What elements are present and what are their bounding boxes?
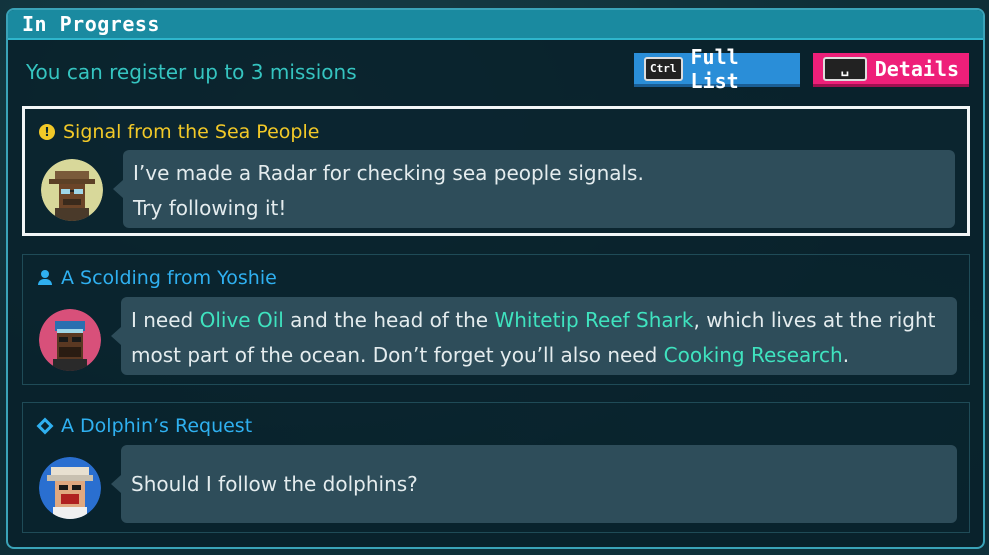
mission-card-dolphin[interactable]: A Dolphin’s Request Should I follow the … [22,402,970,533]
avatar-yoshie-npc [39,309,101,371]
avatar-dolphin-quest-npc [39,457,101,519]
details-label: Details [874,56,959,81]
message-line-2: Try following it! [133,196,287,220]
mission-header: A Dolphin’s Request [36,415,253,437]
message-line-1: I’ve made a Radar for checking sea peopl… [133,161,644,185]
ctrl-key-icon: Ctrl [644,56,683,81]
mission-header: A Scolding from Yoshie [37,267,277,289]
mission-title: A Dolphin’s Request [61,415,253,437]
panel-header: In Progress [8,10,983,40]
in-progress-panel: In Progress You can register up to 3 mis… [6,8,985,549]
mission-message: I’ve made a Radar for checking sea peopl… [113,150,955,228]
item-cooking-research: Cooking Research [663,343,843,367]
space-key-icon: ␣ [823,56,867,81]
panel-title: In Progress [22,12,160,36]
item-whitetip-reef-shark: Whitetip Reef Shark [494,308,694,332]
person-icon [37,270,53,286]
mission-title: Signal from the Sea People [63,121,320,143]
message-text: and the head of the [283,308,495,332]
diamond-icon [36,417,54,435]
mission-message: I need Olive Oil and the head of the Whi… [111,297,957,375]
full-list-button[interactable]: Ctrl Full List [634,45,800,93]
details-button[interactable]: ␣ Details [813,53,969,87]
message-text: I need [131,308,200,332]
full-list-label: Full List [690,44,739,93]
exclamation-icon: ! [39,124,55,140]
item-olive-oil: Olive Oil [199,308,284,332]
mission-card-signal[interactable]: ! Signal from the Sea People I’ve made a… [22,106,970,236]
mission-message: Should I follow the dolphins? [111,445,957,523]
mission-title: A Scolding from Yoshie [61,267,277,289]
mission-header: ! Signal from the Sea People [39,121,319,143]
message-text: . [842,343,850,367]
mission-limit-text: You can register up to 3 missions [26,60,357,84]
message-line-1: Should I follow the dolphins? [131,472,418,496]
avatar-sea-people-npc [41,159,103,221]
mission-card-yoshie[interactable]: A Scolding from Yoshie I need Olive Oil … [22,254,970,385]
